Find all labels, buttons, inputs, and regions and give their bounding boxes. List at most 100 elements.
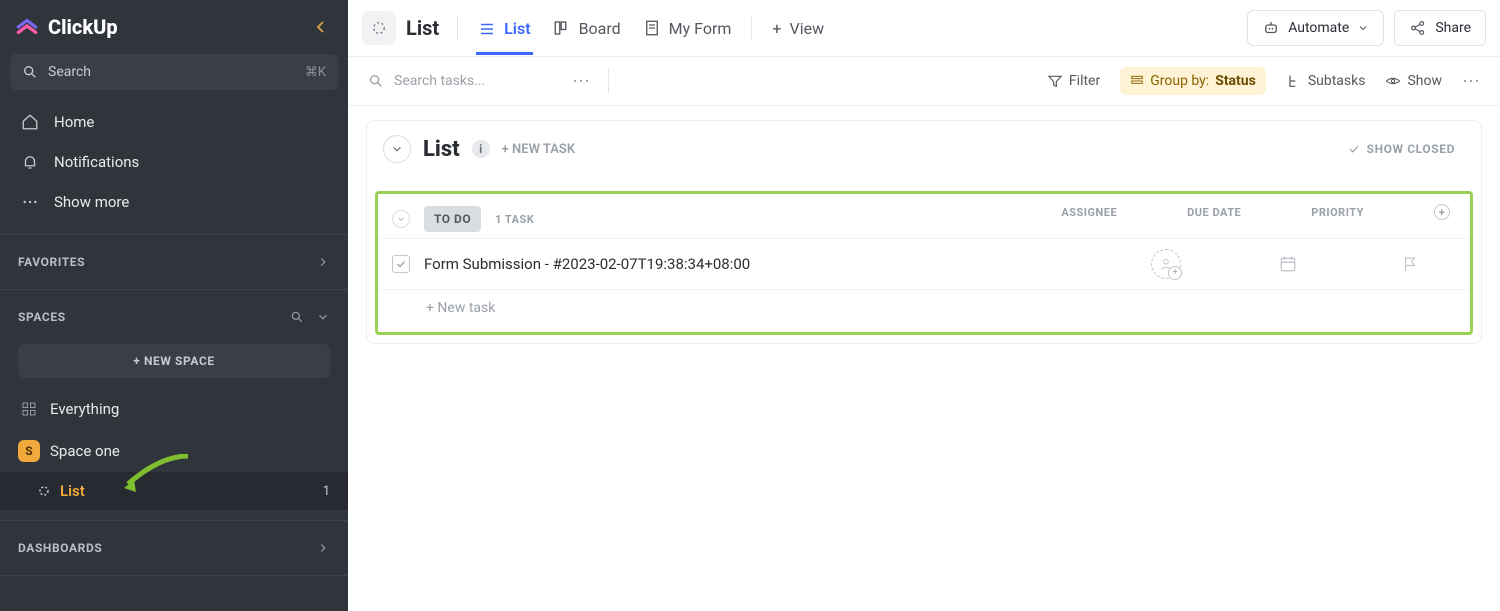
space-name: Space one [50, 442, 120, 460]
filter-label: Filter [1069, 73, 1100, 89]
everything-icon [18, 398, 40, 420]
tab-list[interactable]: List [476, 13, 532, 55]
spaces-label: SPACES [18, 310, 66, 324]
task-name: Form Submission - #2023-02-07T19:38:34+0… [424, 255, 750, 273]
main: List List Board My Form + View [348, 0, 1500, 611]
filter-icon [1047, 73, 1063, 89]
show-more-icon [20, 192, 40, 212]
chevron-down-icon [1357, 22, 1369, 34]
plus-icon: + [772, 19, 781, 38]
group-by-label: Group by: [1150, 73, 1209, 89]
toolbar: ⋯ Filter Group by: Status Subtasks Show … [348, 57, 1500, 106]
task-count: 1 TASK [495, 213, 534, 226]
favorites-label: FAVORITES [18, 255, 85, 269]
list-header-icon[interactable] [362, 11, 396, 45]
flag-icon [1401, 255, 1419, 273]
task-search-input[interactable] [394, 73, 554, 89]
share-button[interactable]: Share [1394, 10, 1486, 46]
subtasks-button[interactable]: Subtasks [1286, 73, 1366, 89]
annotation-arrow-icon [120, 454, 190, 492]
show-closed-label: SHOW CLOSED [1367, 142, 1455, 156]
add-task-button[interactable]: + New task [378, 289, 1470, 326]
toolbar-more-icon[interactable]: ⋯ [572, 71, 590, 92]
brand-logo[interactable]: ClickUp [14, 14, 118, 40]
new-task-link[interactable]: + NEW TASK [502, 142, 575, 157]
brand-name: ClickUp [48, 15, 118, 39]
status-pill[interactable]: TO DO [424, 206, 481, 232]
nav-show-more-label: Show more [54, 193, 129, 211]
share-icon [1409, 19, 1427, 37]
due-date-cell[interactable] [1266, 254, 1310, 274]
show-button[interactable]: Show [1385, 73, 1442, 89]
share-label: Share [1435, 20, 1471, 36]
panel-header: List i + NEW TASK SHOW CLOSED [371, 131, 1477, 171]
list-dot-icon [38, 485, 50, 497]
everything-row[interactable]: Everything [0, 388, 348, 430]
show-closed-button[interactable]: SHOW CLOSED [1347, 142, 1465, 156]
toolbar-kebab-icon[interactable]: ⋯ [1462, 71, 1480, 92]
sidebar-nav: Home Notifications Show more [0, 100, 348, 224]
subtasks-icon [1286, 73, 1302, 89]
filter-button[interactable]: Filter [1047, 73, 1100, 89]
list-count: 1 [323, 484, 330, 499]
spaces-section[interactable]: SPACES [0, 300, 348, 334]
collapse-status-icon[interactable] [392, 210, 410, 228]
calendar-icon [1278, 254, 1298, 274]
tab-my-form[interactable]: My Form [641, 13, 734, 44]
collapse-sidebar-icon[interactable] [312, 18, 330, 36]
dashboards-section[interactable]: DASHBOARDS [0, 531, 348, 565]
breadcrumb: List [362, 11, 439, 45]
panel-title: List [423, 137, 460, 162]
bell-icon [20, 152, 40, 172]
info-icon[interactable]: i [472, 140, 490, 158]
task-cells [1144, 249, 1456, 279]
status-block: ASSIGNEE DUE DATE PRIORITY + TO DO 1 TAS… [375, 191, 1473, 335]
list-name: List [60, 482, 85, 500]
favorites-section[interactable]: FAVORITES [0, 245, 348, 279]
collapse-panel-icon[interactable] [383, 135, 411, 163]
header: List List Board My Form + View [348, 0, 1500, 57]
nav-notifications[interactable]: Notifications [10, 142, 338, 182]
priority-cell[interactable] [1388, 255, 1432, 273]
nav-home[interactable]: Home [10, 102, 338, 142]
eye-icon [1385, 73, 1401, 89]
robot-icon [1262, 19, 1280, 37]
space-tree: Everything S Space one List 1 [0, 388, 348, 510]
list-view-icon [478, 20, 496, 38]
chevron-right-icon [316, 255, 330, 269]
show-label: Show [1407, 73, 1442, 89]
automate-button[interactable]: Automate [1247, 10, 1384, 46]
view-tabs: List Board My Form + View [476, 13, 826, 44]
home-icon [20, 112, 40, 132]
sidebar-search[interactable]: Search ⌘K [10, 54, 338, 90]
nav-show-more[interactable]: Show more [10, 182, 338, 222]
add-column-icon[interactable]: + [1434, 204, 1450, 220]
automate-label: Automate [1288, 20, 1349, 36]
check-icon [1347, 142, 1361, 156]
search-icon [368, 73, 384, 89]
board-view-icon [553, 19, 571, 37]
chevron-down-icon[interactable] [316, 310, 330, 324]
new-space-label: NEW SPACE [144, 354, 215, 368]
task-checkbox[interactable] [392, 255, 410, 273]
group-by-value: Status [1215, 73, 1256, 89]
task-row[interactable]: Form Submission - #2023-02-07T19:38:34+0… [378, 238, 1470, 289]
tab-board[interactable]: Board [551, 13, 623, 44]
task-search[interactable] [368, 73, 554, 89]
group-by-button[interactable]: Group by: Status [1120, 67, 1266, 95]
dashboards-label: DASHBOARDS [18, 541, 102, 555]
col-priority: PRIORITY [1311, 206, 1364, 219]
form-view-icon [643, 19, 661, 37]
assignee-cell[interactable] [1144, 249, 1188, 279]
tab-list-label: List [504, 19, 530, 38]
clickup-logo-icon [14, 14, 40, 40]
space-avatar: S [18, 440, 40, 462]
search-icon [22, 64, 38, 80]
add-view[interactable]: + View [770, 13, 826, 44]
new-space-button[interactable]: + NEW SPACE [18, 344, 330, 378]
page-title: List [406, 16, 439, 40]
group-icon [1130, 74, 1144, 88]
list-row[interactable]: List 1 [0, 472, 348, 510]
col-assignee: ASSIGNEE [1061, 206, 1117, 219]
search-spaces-icon[interactable] [290, 310, 304, 324]
